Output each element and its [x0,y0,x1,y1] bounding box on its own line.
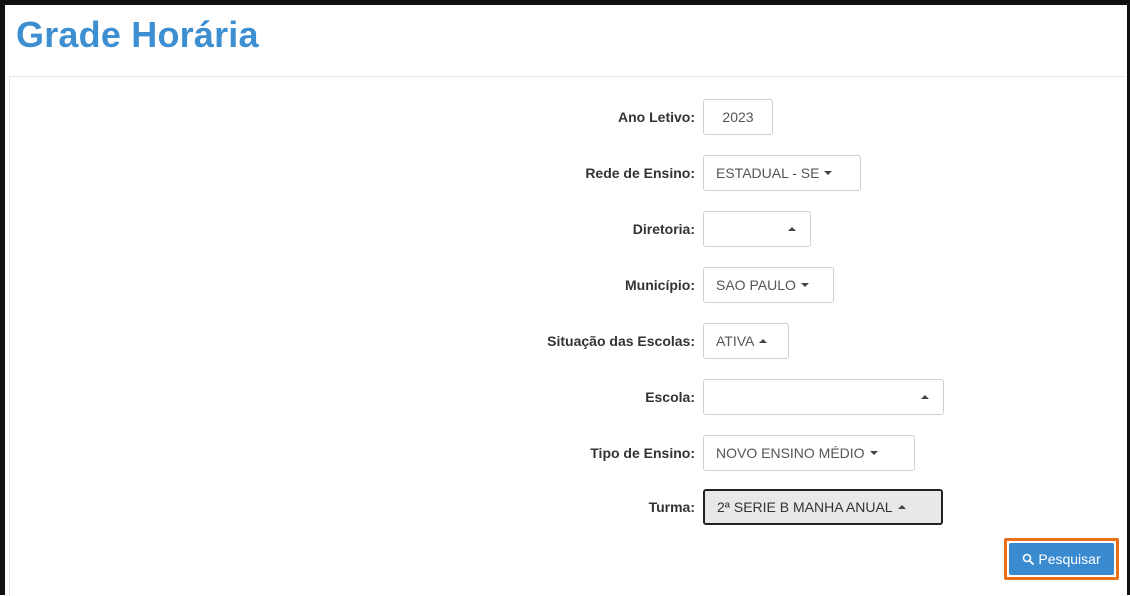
rede-ensino-value: ESTADUAL - SE [716,165,820,181]
turma-select[interactable]: 2ª SERIE B MANHA ANUAL [703,489,943,525]
chevron-up-icon [921,395,929,399]
ano-letivo-field[interactable]: 2023 [703,99,773,135]
chevron-up-icon [759,339,768,343]
search-button-highlight: Pesquisar [1004,538,1119,580]
diretoria-row: Diretoria: [10,209,1125,249]
diretoria-select[interactable] [703,211,811,247]
chevron-down-icon [800,283,809,287]
turma-label: Turma: [648,499,695,515]
situacao-row: Situação das Escolas: ATIVA [10,321,1125,361]
escola-label: Escola: [645,389,695,405]
rede-ensino-label: Rede de Ensino: [585,165,695,181]
municipio-value: SAO PAULO [716,277,796,293]
turma-value: 2ª SERIE B MANHA ANUAL [717,499,893,515]
situacao-select[interactable]: ATIVA [703,323,789,359]
tipo-ensino-label: Tipo de Ensino: [590,445,695,461]
search-button[interactable]: Pesquisar [1009,543,1114,575]
diretoria-label: Diretoria: [632,221,695,237]
chevron-up-icon [897,505,906,509]
municipio-row: Município: SAO PAULO [10,265,1125,305]
filter-panel: Ano Letivo: 2023 Rede de Ensino: ESTADUA… [9,76,1125,596]
municipio-select[interactable]: SAO PAULO [703,267,834,303]
municipio-label: Município: [625,277,695,293]
escola-select[interactable] [703,379,944,415]
tipo-ensino-value: NOVO ENSINO MÉDIO [716,445,865,461]
rede-ensino-select[interactable]: ESTADUAL - SE [703,155,861,191]
escola-row: Escola: [10,377,1125,417]
situacao-value: ATIVA [716,333,755,349]
tipo-ensino-select[interactable]: NOVO ENSINO MÉDIO [703,435,915,471]
chevron-down-icon [824,171,833,175]
ano-letivo-row: Ano Letivo: 2023 [10,97,1125,137]
rede-ensino-row: Rede de Ensino: ESTADUAL - SE [10,153,1125,193]
chevron-down-icon [869,451,878,455]
turma-row: Turma: 2ª SERIE B MANHA ANUAL [10,487,1125,527]
search-icon [1023,553,1035,565]
tipo-ensino-row: Tipo de Ensino: NOVO ENSINO MÉDIO [10,433,1125,473]
ano-letivo-value: 2023 [722,109,754,125]
page-title: Grade Horária [16,14,259,55]
chevron-up-icon [788,227,796,231]
situacao-label: Situação das Escolas: [547,333,695,349]
ano-letivo-label: Ano Letivo: [618,109,695,125]
search-button-label: Pesquisar [1038,551,1101,567]
